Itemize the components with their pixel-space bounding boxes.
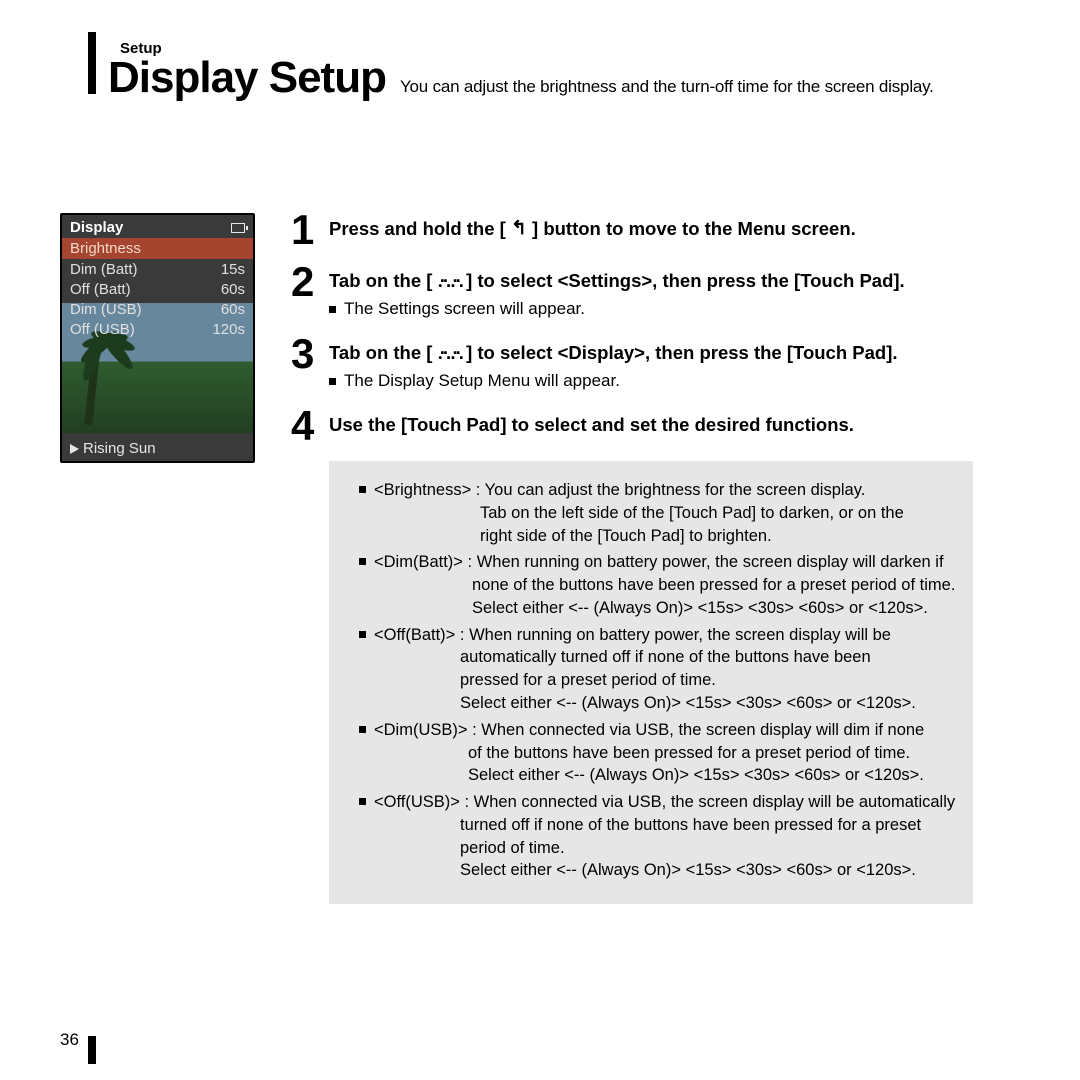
page-subtitle: You can adjust the brightness and the tu… xyxy=(400,77,934,97)
now-playing-text: Rising Sun xyxy=(83,440,156,457)
battery-icon xyxy=(231,223,245,233)
option-off-usb: <Off(USB)> : When connected via USB, the… xyxy=(359,791,955,882)
bullet-icon xyxy=(329,378,336,385)
bullet-icon xyxy=(329,306,336,313)
touch-strip-icon: .··. .··. xyxy=(438,341,461,365)
bullet-icon xyxy=(359,486,366,493)
step-1: 1 Press and hold the [ ↰ ] button to mov… xyxy=(291,213,973,247)
device-mock: Display Brightness Dim (Batt) 15s Off (B… xyxy=(60,213,255,463)
step-note: The Display Setup Menu will appear. xyxy=(329,371,898,391)
option-dim-usb: <Dim(USB)> : When connected via USB, the… xyxy=(359,719,955,787)
bullet-icon xyxy=(359,798,366,805)
step-title: Press and hold the [ ↰ ] button to move … xyxy=(329,217,856,243)
option-brightness: <Brightness> : You can adjust the bright… xyxy=(359,479,955,547)
device-row: Off (USB) 120s xyxy=(62,319,253,339)
menu-button-icon: ↰ xyxy=(511,217,527,242)
step-title: Use the [Touch Pad] to select and set th… xyxy=(329,413,854,437)
step-note: The Settings screen will appear. xyxy=(329,299,905,319)
footer-side-bar xyxy=(88,1036,96,1064)
step-title: Tab on the [ .··. .··. ] to select <Sett… xyxy=(329,269,905,293)
device-row: Dim (Batt) 15s xyxy=(62,259,253,279)
device-row-label: Dim (USB) xyxy=(70,301,142,318)
step-3: 3 Tab on the [ .··. .··. ] to select <Di… xyxy=(291,337,973,391)
bullet-icon xyxy=(359,726,366,733)
page-number: 36 xyxy=(60,1030,79,1050)
step-number: 1 xyxy=(291,213,319,247)
step-number: 4 xyxy=(291,409,319,443)
step-title: Tab on the [ .··. .··. ] to select <Disp… xyxy=(329,341,898,365)
bullet-icon xyxy=(359,631,366,638)
device-row-value: 120s xyxy=(212,321,245,338)
play-icon xyxy=(70,444,79,454)
device-selected-item: Brightness xyxy=(62,238,253,259)
option-dim-batt: <Dim(Batt)> : When running on battery po… xyxy=(359,551,955,619)
device-screen-title: Display xyxy=(70,219,123,236)
device-row-label: Off (Batt) xyxy=(70,281,131,298)
options-box: <Brightness> : You can adjust the bright… xyxy=(329,461,973,904)
device-row-label: Off (USB) xyxy=(70,321,135,338)
step-number: 3 xyxy=(291,337,319,391)
step-number: 2 xyxy=(291,265,319,319)
step-2: 2 Tab on the [ .··. .··. ] to select <Se… xyxy=(291,265,973,319)
device-row: Dim (USB) 60s xyxy=(62,299,253,319)
page-title: Display Setup xyxy=(108,53,386,103)
steps-container: 1 Press and hold the [ ↰ ] button to mov… xyxy=(291,213,973,904)
option-off-batt: <Off(Batt)> : When running on battery po… xyxy=(359,624,955,715)
device-row: Off (Batt) 60s xyxy=(62,279,253,299)
header-side-bar xyxy=(88,32,96,94)
device-row-value: 60s xyxy=(221,301,245,318)
bullet-icon xyxy=(359,558,366,565)
touch-strip-icon: .··. .··. xyxy=(438,269,461,293)
device-row-value: 15s xyxy=(221,261,245,278)
step-4: 4 Use the [Touch Pad] to select and set … xyxy=(291,409,973,443)
device-row-label: Dim (Batt) xyxy=(70,261,138,278)
device-row-value: 60s xyxy=(221,281,245,298)
